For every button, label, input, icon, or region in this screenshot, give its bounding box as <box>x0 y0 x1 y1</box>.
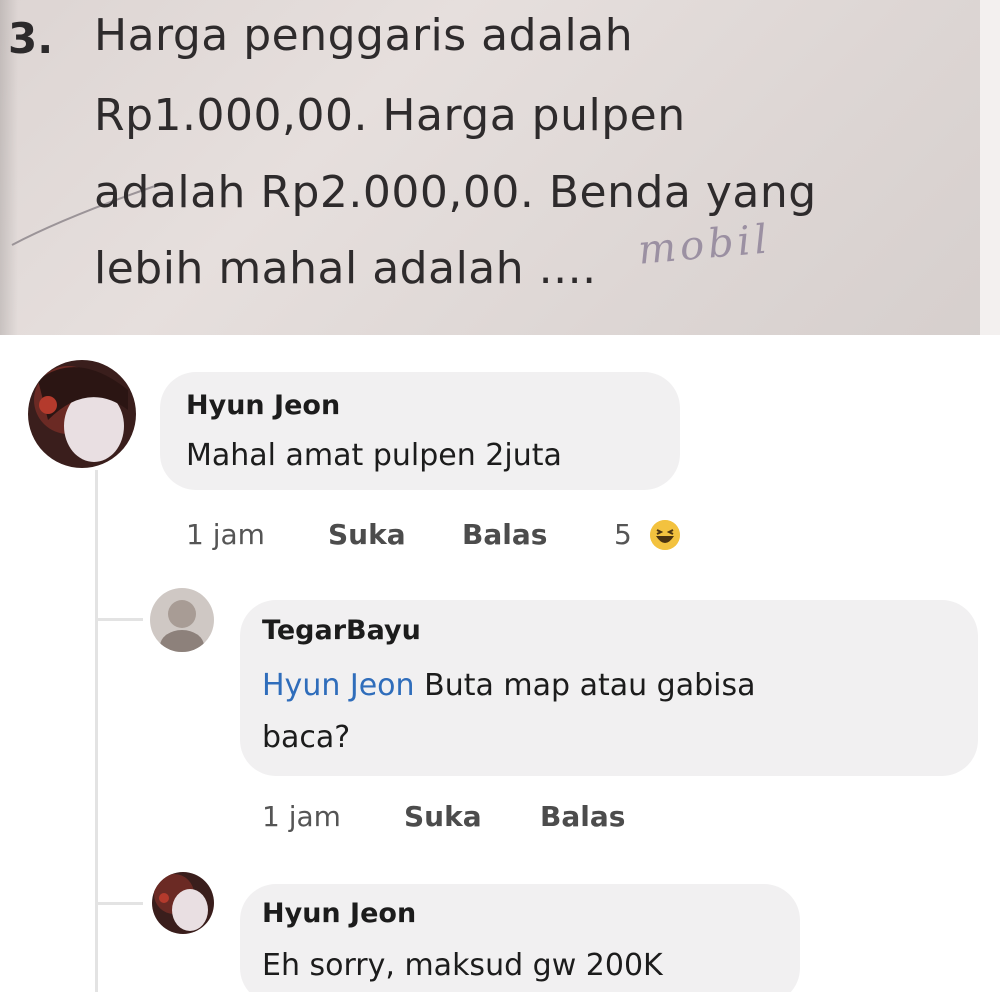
comment-text: Hyun Jeon Buta map atau gabisa baca? <box>262 660 952 764</box>
comment-text-line: baca? <box>262 720 351 755</box>
comment-time: 1 jam <box>186 518 265 551</box>
reaction-count[interactable]: 5 <box>614 518 632 551</box>
mention-link[interactable]: Hyun Jeon <box>262 668 415 703</box>
haha-emoji-icon[interactable] <box>650 520 680 550</box>
comment-author[interactable]: Hyun Jeon <box>186 390 340 421</box>
avatar[interactable] <box>28 360 136 468</box>
reply-button[interactable]: Balas <box>462 518 547 551</box>
question-number: 3. <box>8 14 54 63</box>
avatar[interactable] <box>152 872 214 934</box>
avatar-image <box>150 588 214 652</box>
question-line: lebih mahal adalah .... <box>94 243 597 294</box>
comment-text: Mahal amat pulpen 2juta <box>186 438 562 473</box>
page-edge <box>980 0 1000 335</box>
comment-author[interactable]: TegarBayu <box>262 615 421 646</box>
comment-actions: 1 jam Suka Balas 5 <box>186 518 706 558</box>
comment-time: 1 jam <box>262 800 341 833</box>
comment-text: Eh sorry, maksud gw 200K <box>262 948 663 983</box>
question-line: Rp1.000,00. Harga pulpen <box>94 90 686 141</box>
avatar-image <box>28 360 136 468</box>
question-line: Harga penggaris adalah <box>94 10 634 61</box>
question-line: adalah Rp2.000,00. Benda yang <box>94 167 817 218</box>
worksheet-photo: 3. Harga penggaris adalah Rp1.000,00. Ha… <box>0 0 1000 335</box>
thread-connector-branch <box>95 902 143 905</box>
handwritten-answer: mobil <box>636 216 773 274</box>
reply-button[interactable]: Balas <box>540 800 625 833</box>
comment-author[interactable]: Hyun Jeon <box>262 898 416 929</box>
like-button[interactable]: Suka <box>404 800 482 833</box>
avatar-image <box>152 872 214 934</box>
avatar[interactable] <box>150 588 214 652</box>
thread-connector <box>95 470 98 992</box>
like-button[interactable]: Suka <box>328 518 406 551</box>
comment-text-line: Buta map atau gabisa <box>424 668 756 703</box>
thread-connector-branch <box>95 618 143 621</box>
comment-actions: 1 jam Suka Balas <box>262 800 682 840</box>
